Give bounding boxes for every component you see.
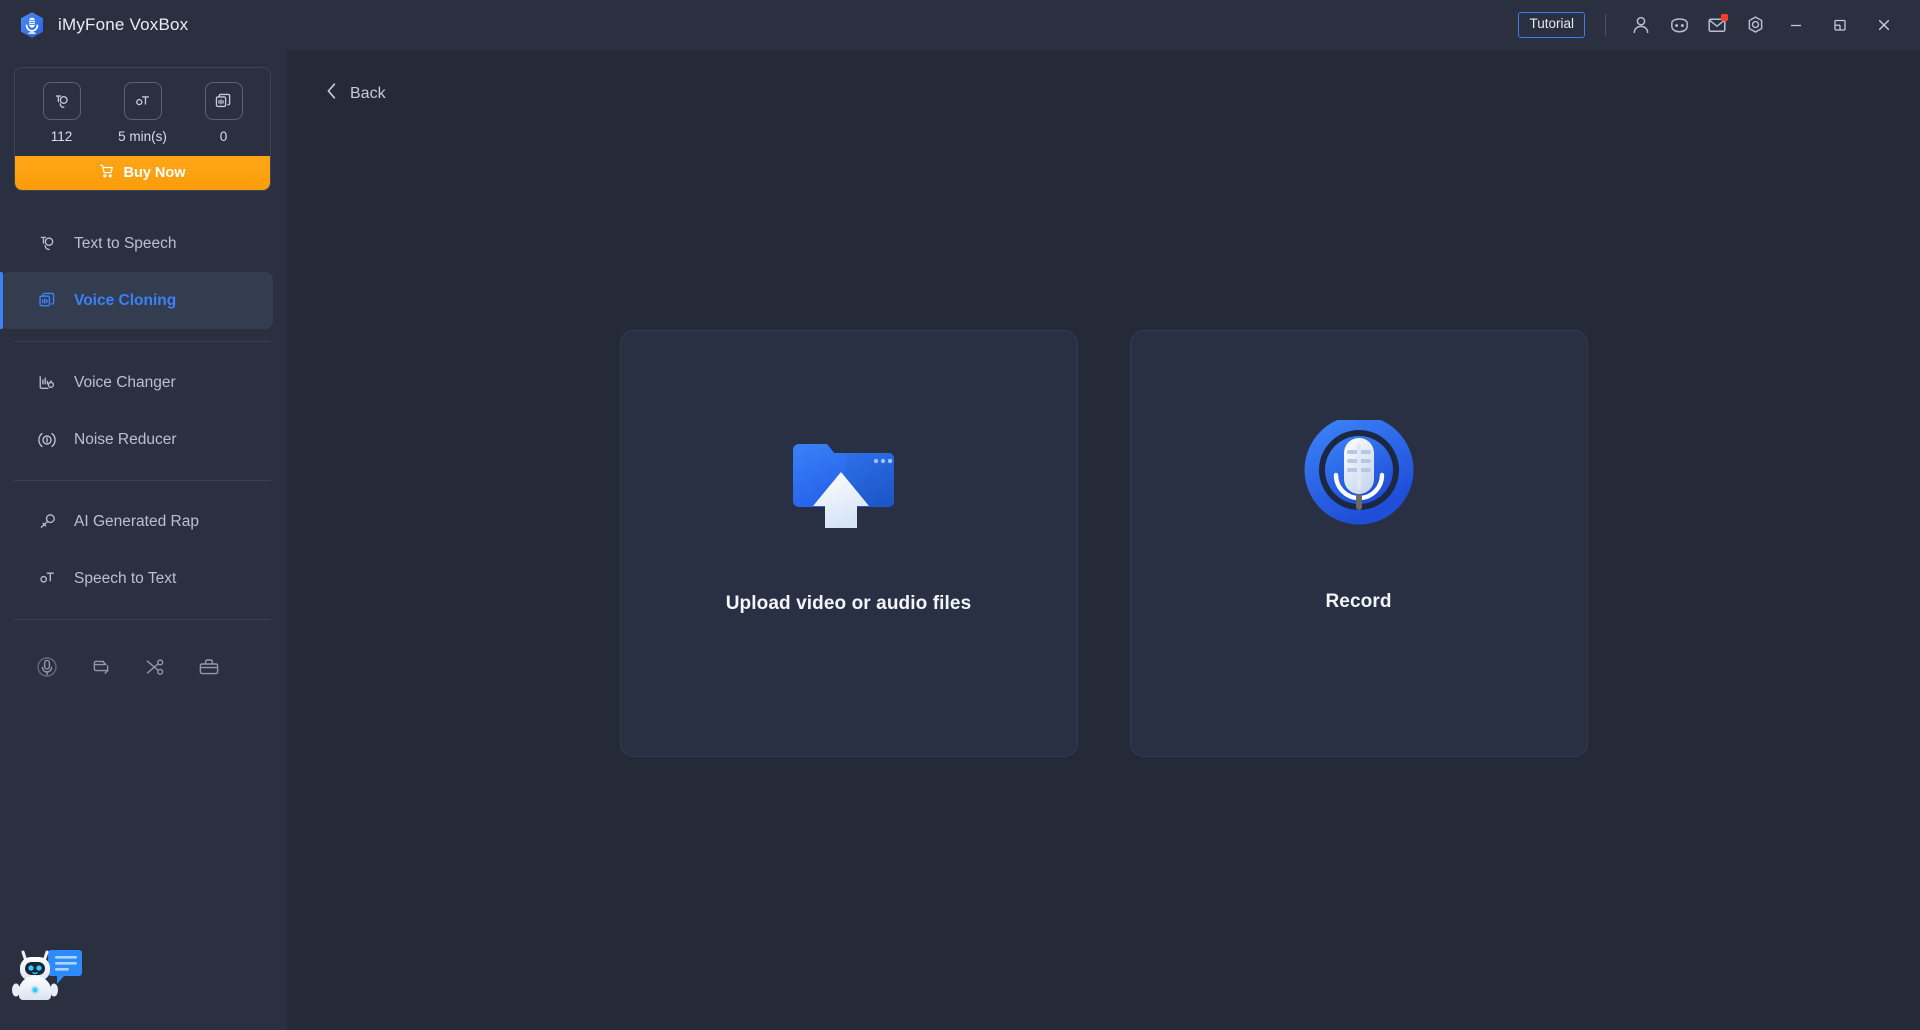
text-to-speech-icon (42, 82, 81, 120)
sidebar-item-text-to-speech[interactable]: Text to Speech (0, 215, 273, 272)
cutter-tool-icon[interactable] (142, 654, 168, 680)
microphone-record-icon (1300, 417, 1418, 545)
account-icon[interactable] (1622, 6, 1660, 44)
ai-rap-icon (36, 511, 58, 533)
voice-cloning-icon (204, 82, 243, 120)
app-title: iMyFone VoxBox (58, 15, 189, 34)
voice-cloning-icon (36, 290, 58, 312)
upload-files-card[interactable]: Upload video or audio files (619, 330, 1078, 757)
app-window: iMyFone VoxBox Tutorial 112 5 min(s) 0 B… (0, 0, 1920, 1030)
back-bar: Back (287, 50, 1920, 109)
sidebar-divider-1 (14, 341, 271, 342)
sidebar: 112 5 min(s) 0 Buy Now Text to Speech Vo… (0, 50, 287, 1030)
speech-to-text-icon (36, 568, 58, 590)
minutes-credit-value: 5 min(s) (118, 129, 167, 144)
sidebar-item-label: Noise Reducer (74, 430, 177, 448)
sidebar-nav: Text to Speech Voice Cloning Voice Chang… (0, 215, 287, 680)
folder-upload-icon (786, 425, 912, 553)
buy-now-button[interactable]: Buy Now (15, 156, 270, 190)
converter-tool-icon[interactable] (88, 654, 114, 680)
text-to-speech-icon (36, 233, 58, 255)
sidebar-item-label: AI Generated Rap (74, 512, 199, 530)
chatbot-assistant-icon[interactable] (8, 930, 94, 1016)
sidebar-item-voice-changer[interactable]: Voice Changer (0, 354, 273, 411)
upload-files-card-label: Upload video or audio files (725, 593, 972, 614)
choice-cards: Upload video or audio files Record (287, 109, 1920, 1030)
back-button-label: Back (350, 84, 386, 102)
title-bar: iMyFone VoxBox Tutorial (0, 0, 1920, 50)
sidebar-item-voice-cloning[interactable]: Voice Cloning (0, 272, 273, 329)
close-button[interactable] (1862, 6, 1906, 44)
brand: iMyFone VoxBox (18, 11, 188, 39)
buy-now-label: Buy Now (123, 165, 186, 181)
body: 112 5 min(s) 0 Buy Now Text to Speech Vo… (0, 50, 1920, 1030)
mail-icon[interactable] (1698, 6, 1736, 44)
toolbox-tool-icon[interactable] (196, 654, 222, 680)
tutorial-button[interactable]: Tutorial (1518, 12, 1585, 38)
clones-credit[interactable]: 0 (183, 82, 264, 144)
titlebar-actions: Tutorial (1518, 6, 1906, 44)
sidebar-item-noise-reducer[interactable]: Noise Reducer (0, 411, 273, 468)
mail-unread-badge (1721, 14, 1728, 21)
minutes-credit[interactable]: 5 min(s) (102, 82, 183, 144)
titlebar-divider (1605, 14, 1606, 36)
credits-row: 112 5 min(s) 0 (15, 68, 270, 156)
minimize-button[interactable] (1774, 6, 1818, 44)
sidebar-item-label: Text to Speech (74, 234, 177, 252)
record-card-label: Record (1325, 591, 1392, 612)
noise-reducer-icon (36, 429, 58, 451)
sidebar-item-label: Voice Changer (74, 373, 176, 391)
discord-icon[interactable] (1660, 6, 1698, 44)
characters-credit-value: 112 (50, 129, 73, 144)
sidebar-item-speech-to-text[interactable]: Speech to Text (0, 550, 273, 607)
record-card[interactable]: Record (1129, 330, 1588, 757)
credits-card: 112 5 min(s) 0 Buy Now (14, 67, 271, 191)
cart-icon (99, 163, 115, 183)
sidebar-item-label: Voice Cloning (74, 291, 177, 309)
chevron-left-icon (325, 82, 338, 105)
characters-credit[interactable]: 112 (21, 82, 102, 144)
voice-changer-icon (36, 372, 58, 394)
main-content: Back Upload video or audio files Record (287, 50, 1920, 1030)
microphone-hexagon-logo-icon (18, 11, 46, 39)
sidebar-item-ai-generated-rap[interactable]: AI Generated Rap (0, 493, 273, 550)
maximize-button[interactable] (1818, 6, 1862, 44)
sidebar-item-label: Speech to Text (74, 569, 177, 587)
recorder-tool-icon[interactable] (34, 654, 60, 680)
sidebar-tool-row (0, 632, 287, 680)
back-button[interactable]: Back (319, 78, 392, 109)
clones-credit-value: 0 (219, 129, 228, 144)
settings-gear-icon[interactable] (1736, 6, 1774, 44)
speech-to-text-icon (123, 82, 162, 120)
sidebar-divider-2 (14, 480, 271, 481)
sidebar-divider-3 (14, 619, 271, 620)
